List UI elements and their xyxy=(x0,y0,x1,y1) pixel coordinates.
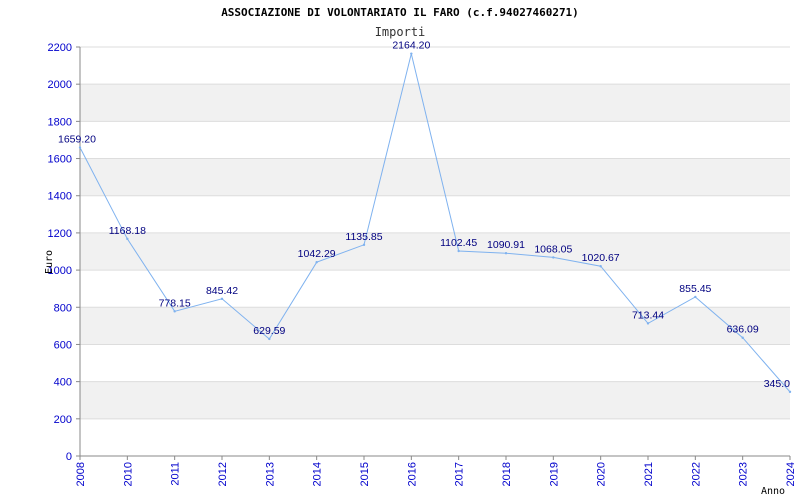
data-label: 713.44 xyxy=(632,309,664,321)
data-label: 1042.29 xyxy=(298,248,336,260)
data-label: 1090.91 xyxy=(487,239,525,251)
y-axis-label: Euro xyxy=(44,250,55,274)
grid-band xyxy=(80,381,790,419)
grid-band xyxy=(80,158,790,196)
x-tick-label: 2022 xyxy=(690,462,702,486)
x-axis-label: Anno xyxy=(761,486,785,497)
data-point xyxy=(268,337,271,341)
x-tick-label: 2013 xyxy=(264,462,276,486)
data-point xyxy=(315,261,318,264)
x-tick-label: 2010 xyxy=(122,462,134,486)
data-point xyxy=(78,146,82,149)
data-label: 1659.20 xyxy=(58,134,96,146)
data-point xyxy=(173,310,176,313)
x-tick-label: 2019 xyxy=(548,462,560,486)
y-tick-label: 200 xyxy=(54,414,72,426)
data-point xyxy=(457,249,460,253)
data-label: 1135.85 xyxy=(345,231,382,243)
y-tick-label: 2200 xyxy=(48,42,72,54)
y-tick-label: 2000 xyxy=(48,79,72,91)
y-tick-label: 600 xyxy=(54,339,72,351)
data-label: 845.42 xyxy=(206,285,238,297)
x-tick-label: 2014 xyxy=(312,462,324,486)
x-tick-label: 2008 xyxy=(75,462,87,486)
data-label: 345.0 xyxy=(764,378,790,390)
data-point xyxy=(599,265,602,268)
data-point xyxy=(646,322,650,325)
data-label: 1168.18 xyxy=(109,225,146,237)
y-tick-label: 800 xyxy=(54,302,72,314)
x-tick-label: 2012 xyxy=(217,462,229,486)
data-point xyxy=(504,251,508,255)
data-point xyxy=(694,295,697,299)
x-tick-label: 2015 xyxy=(359,462,371,486)
data-label: 1020.67 xyxy=(582,252,620,264)
data-point xyxy=(126,237,129,241)
y-tick-label: 400 xyxy=(54,377,72,389)
data-point xyxy=(552,256,555,259)
x-tick-label: 2018 xyxy=(501,462,513,486)
x-tick-label: 2024 xyxy=(785,462,797,486)
x-tick-label: 2021 xyxy=(643,462,655,486)
y-tick-label: 0 xyxy=(66,451,72,463)
chart: ASSOCIAZIONE DI VOLONTARIATO IL FARO (c.… xyxy=(0,0,800,500)
data-point xyxy=(220,297,224,301)
x-tick-label: 2020 xyxy=(596,462,608,486)
grid-band xyxy=(80,84,790,122)
grid-bands xyxy=(80,84,790,419)
x-tick-label: 2016 xyxy=(406,462,418,486)
data-point xyxy=(362,243,366,247)
y-tick-label: 1400 xyxy=(48,191,72,203)
data-label: 629.59 xyxy=(253,325,285,337)
x-tick-label: 2023 xyxy=(738,462,750,486)
data-label: 2164.20 xyxy=(392,40,430,52)
data-point xyxy=(410,52,413,55)
y-tick-label: 1800 xyxy=(48,116,72,128)
data-point xyxy=(741,336,744,339)
data-label: 636.09 xyxy=(727,324,759,336)
y-tick-label: 1200 xyxy=(48,228,72,240)
data-label: 778.15 xyxy=(159,297,191,309)
x-tick-label: 2017 xyxy=(454,462,466,486)
data-label: 1068.05 xyxy=(534,243,572,255)
data-label: 1102.45 xyxy=(440,237,477,249)
data-label: 855.45 xyxy=(679,283,711,295)
data-point xyxy=(788,390,792,394)
grid-band xyxy=(80,307,790,345)
chart-plot-area: 0200400600800100012001400160018002000220… xyxy=(44,40,797,497)
x-axis-ticks: 2008 2010 2011 2012 2013 2014 2015 2016 2017 2018… xyxy=(75,456,797,486)
grid-band xyxy=(80,232,790,271)
x-tick-label: 2011 xyxy=(170,462,182,486)
y-tick-label: 1600 xyxy=(48,154,72,166)
